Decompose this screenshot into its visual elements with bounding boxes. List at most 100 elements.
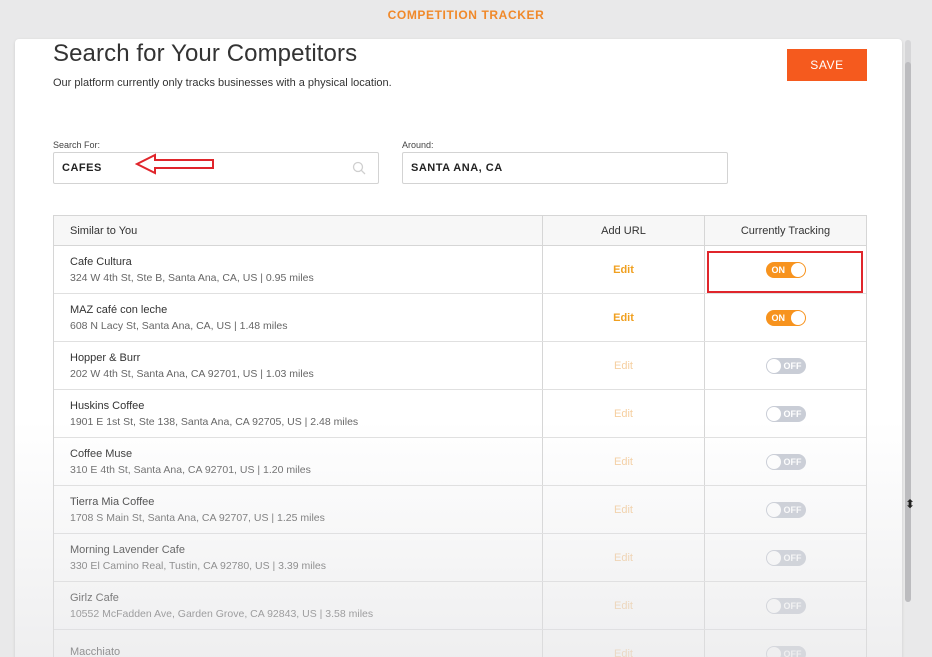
business-address: 10552 McFadden Ave, Garden Grove, CA 928… <box>70 607 374 620</box>
annotation-highlight-box <box>707 251 863 293</box>
tracking-toggle[interactable]: ON <box>765 309 806 326</box>
toggle-knob <box>766 358 781 373</box>
tracking-cell: OFF <box>705 582 866 629</box>
tracking-cell: OFF <box>705 534 866 581</box>
search-for-input[interactable]: CAFES <box>53 152 379 184</box>
business-name: Cafe Cultura <box>70 255 132 268</box>
page-subtitle: Our platform currently only tracks busin… <box>53 77 392 89</box>
table-row: MAZ café con leche 608 N Lacy St, Santa … <box>54 294 866 342</box>
business-cell: Huskins Coffee 1901 E 1st St, Ste 138, S… <box>54 390 543 437</box>
edit-url-link[interactable]: Edit <box>613 264 634 276</box>
edit-url-link[interactable]: Edit <box>614 552 633 564</box>
table-row: Huskins Coffee 1901 E 1st St, Ste 138, S… <box>54 390 866 438</box>
tracking-toggle[interactable]: OFF <box>765 357 806 374</box>
business-cell: Hopper & Burr 202 W 4th St, Santa Ana, C… <box>54 342 543 389</box>
business-name: MAZ café con leche <box>70 303 168 316</box>
edit-url-link[interactable]: Edit <box>613 312 634 324</box>
scrollbar-thumb[interactable] <box>905 62 911 602</box>
tracking-toggle[interactable]: OFF <box>765 405 806 422</box>
add-url-cell: Edit <box>543 582 705 629</box>
main-card: Search for Your Competitors Our platform… <box>15 39 902 657</box>
annotation-arrow <box>135 153 214 175</box>
toggle-knob <box>766 598 781 613</box>
business-name: Huskins Coffee <box>70 399 145 412</box>
business-address: 310 E 4th St, Santa Ana, CA 92701, US | … <box>70 463 311 476</box>
business-address: 1901 E 1st St, Ste 138, Santa Ana, CA 92… <box>70 415 359 428</box>
table-row: Morning Lavender Cafe 330 El Camino Real… <box>54 534 866 582</box>
business-name: Hopper & Burr <box>70 351 141 364</box>
table-body: Cafe Cultura 324 W 4th St, Ste B, Santa … <box>54 246 866 657</box>
tracking-cell: OFF <box>705 438 866 485</box>
table-header: Similar to You Add URL Currently Trackin… <box>54 216 866 246</box>
toggle-knob <box>766 406 781 421</box>
business-name: Morning Lavender Cafe <box>70 543 185 556</box>
around-input[interactable]: SANTA ANA, CA <box>402 152 728 184</box>
business-name: Tierra Mia Coffee <box>70 495 155 508</box>
around-label: Around: <box>402 140 434 150</box>
tracking-toggle[interactable]: OFF <box>765 645 806 657</box>
toggle-label: OFF <box>783 648 802 657</box>
table-row: Hopper & Burr 202 W 4th St, Santa Ana, C… <box>54 342 866 390</box>
edit-url-link[interactable]: Edit <box>614 648 633 657</box>
toggle-knob <box>766 502 781 517</box>
add-url-cell: Edit <box>543 246 705 293</box>
business-cell: Tierra Mia Coffee 1708 S Main St, Santa … <box>54 486 543 533</box>
toggle-label: OFF <box>783 600 802 611</box>
tracking-toggle[interactable]: OFF <box>765 501 806 518</box>
business-address: 324 W 4th St, Ste B, Santa Ana, CA, US |… <box>70 271 314 284</box>
edit-url-link[interactable]: Edit <box>614 360 633 372</box>
mouse-cursor-icon: ⬍ <box>905 497 916 511</box>
tracking-cell: OFF <box>705 342 866 389</box>
business-cell: Macchiato <box>54 630 543 657</box>
around-value: SANTA ANA, CA <box>411 162 503 174</box>
page-title: Search for Your Competitors <box>53 40 358 67</box>
business-cell: Coffee Muse 310 E 4th St, Santa Ana, CA … <box>54 438 543 485</box>
edit-url-link[interactable]: Edit <box>614 456 633 468</box>
table-row: Tierra Mia Coffee 1708 S Main St, Santa … <box>54 486 866 534</box>
business-name: Girlz Cafe <box>70 591 119 604</box>
business-address: 330 El Camino Real, Tustin, CA 92780, US… <box>70 559 327 572</box>
toggle-label: OFF <box>783 552 802 563</box>
business-address: 1708 S Main St, Santa Ana, CA 92707, US … <box>70 511 325 524</box>
header-tracking: Currently Tracking <box>740 224 831 237</box>
tracking-cell: OFF <box>705 486 866 533</box>
edit-url-link[interactable]: Edit <box>614 504 633 516</box>
add-url-cell: Edit <box>543 390 705 437</box>
add-url-cell: Edit <box>543 486 705 533</box>
tracking-toggle[interactable]: OFF <box>765 453 806 470</box>
search-for-label: Search For: <box>53 140 101 150</box>
top-bar: COMPETITION TRACKER <box>0 0 932 40</box>
tracking-cell: ON <box>705 294 866 341</box>
toggle-knob <box>766 454 781 469</box>
search-icon <box>352 161 366 175</box>
toggle-label: OFF <box>783 360 802 371</box>
business-name: Macchiato <box>70 645 121 657</box>
tracking-cell: OFF <box>705 630 866 657</box>
table-row: Girlz Cafe 10552 McFadden Ave, Garden Gr… <box>54 582 866 630</box>
toggle-knob <box>766 646 781 657</box>
edit-url-link[interactable]: Edit <box>614 600 633 612</box>
app-title: COMPETITION TRACKER <box>387 8 545 22</box>
business-cell: Cafe Cultura 324 W 4th St, Ste B, Santa … <box>54 246 543 293</box>
search-for-value: CAFES <box>62 162 102 174</box>
tracking-toggle[interactable]: OFF <box>765 549 806 566</box>
business-address: 608 N Lacy St, Santa Ana, CA, US | 1.48 … <box>70 319 288 332</box>
toggle-label: OFF <box>783 456 802 467</box>
tracking-toggle[interactable]: OFF <box>765 597 806 614</box>
add-url-cell: Edit <box>543 294 705 341</box>
header-add-url: Add URL <box>543 216 705 245</box>
tracking-cell: OFF <box>705 390 866 437</box>
toggle-knob <box>766 550 781 565</box>
business-name: Coffee Muse <box>70 447 133 460</box>
add-url-cell: Edit <box>543 534 705 581</box>
business-cell: Morning Lavender Cafe 330 El Camino Real… <box>54 534 543 581</box>
add-url-cell: Edit <box>543 342 705 389</box>
toggle-label: OFF <box>783 504 802 515</box>
header-similar: Similar to You <box>54 216 543 245</box>
business-cell: MAZ café con leche 608 N Lacy St, Santa … <box>54 294 543 341</box>
add-url-cell: Edit <box>543 438 705 485</box>
business-cell: Girlz Cafe 10552 McFadden Ave, Garden Gr… <box>54 582 543 629</box>
table-row: Macchiato Edit OFF <box>54 630 866 657</box>
save-button[interactable]: SAVE <box>787 49 867 81</box>
edit-url-link[interactable]: Edit <box>614 408 633 420</box>
